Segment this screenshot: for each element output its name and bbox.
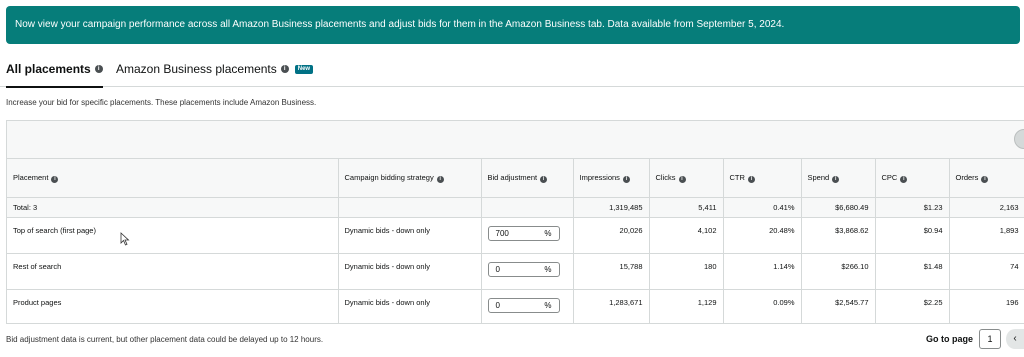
table-row: Top of search (first page) Dynamic bids … — [7, 217, 1024, 254]
chevron-left-icon[interactable]: ‹ — [1006, 329, 1024, 349]
page-number-input[interactable]: 1 — [979, 329, 1001, 349]
bidding-strategy: Dynamic bids - down only — [338, 289, 482, 323]
bid-value: 0 — [495, 264, 500, 274]
info-icon[interactable]: i — [832, 175, 840, 183]
mouse-pointer-icon — [120, 232, 130, 246]
bid-adjustment-input[interactable]: 0 % — [487, 297, 560, 313]
col-header-orders[interactable]: Orders i — [949, 159, 1024, 198]
bid-adjustment-cell: 0 % — [481, 253, 574, 290]
new-badge: New — [294, 64, 314, 74]
spend: $266.10 — [801, 253, 876, 290]
tab-amazon-business-placements[interactable]: Amazon Business placements i New — [116, 62, 314, 76]
total-spend: $6,680.49 — [801, 197, 876, 218]
placements-table-container: Placement i Campaign bidding strategy i Bi… — [6, 120, 1024, 324]
info-icon[interactable]: i — [900, 175, 908, 183]
table-toolbar — [7, 121, 1024, 159]
info-banner: Now view your campaign performance acros… — [6, 6, 1020, 44]
info-icon[interactable]: i — [747, 175, 755, 183]
bidding-strategy: Dynamic bids - down only — [338, 253, 482, 290]
bid-value: 700 — [495, 228, 509, 238]
bid-value: 0 — [495, 300, 500, 310]
placement-name: Rest of search — [7, 253, 339, 290]
col-header-ctr[interactable]: CTR i — [723, 159, 802, 198]
impressions: 15,788 — [573, 253, 650, 290]
tab-label: Amazon Business placements — [116, 62, 277, 76]
orders: 1,893 — [949, 217, 1024, 254]
total-ctr: 0.41% — [723, 197, 802, 218]
clicks: 4,102 — [649, 217, 724, 254]
table-row: Rest of search Dynamic bids - down only … — [7, 253, 1024, 290]
info-icon[interactable]: i — [981, 175, 989, 183]
bid-adjustment-input[interactable]: 0 % — [487, 261, 560, 277]
ctr: 1.14% — [723, 253, 802, 290]
info-icon[interactable]: i — [51, 175, 59, 183]
table-total-row: Total: 3 1,319,485 5,411 0.41% $6,680.49… — [7, 197, 1024, 218]
placement-tabs: All placements i Amazon Business placeme… — [0, 55, 1024, 88]
bid-adjustment-cell: 700 % — [481, 217, 574, 254]
table-header-row: Placement i Campaign bidding strategy i Bi… — [7, 159, 1024, 198]
col-header-strategy[interactable]: Campaign bidding strategy i — [338, 159, 482, 198]
col-header-spend[interactable]: Spend i — [801, 159, 876, 198]
info-icon[interactable]: i — [436, 175, 444, 183]
empty-cell — [481, 197, 574, 218]
spend: $2,545.77 — [801, 289, 876, 323]
col-header-impressions[interactable]: Impressions i — [573, 159, 650, 198]
spend: $3,868.62 — [801, 217, 876, 254]
orders: 196 — [949, 289, 1024, 323]
percent-unit: % — [544, 264, 552, 274]
total-label: Total: 3 — [7, 197, 339, 218]
ctr: 20.48% — [723, 217, 802, 254]
clicks: 180 — [649, 253, 724, 290]
total-cpc: $1.23 — [875, 197, 950, 218]
cpc: $0.94 — [875, 217, 950, 254]
tab-all-placements[interactable]: All placements i — [6, 62, 103, 88]
cpc: $2.25 — [875, 289, 950, 323]
cpc: $1.48 — [875, 253, 950, 290]
total-orders: 2,163 — [949, 197, 1024, 218]
placement-name: Top of search (first page) — [7, 217, 339, 254]
placements-description: Increase your bid for specific placement… — [6, 98, 317, 107]
info-icon[interactable]: i — [280, 65, 289, 73]
banner-text: Now view your campaign performance acros… — [15, 19, 785, 30]
info-icon[interactable]: i — [540, 175, 548, 183]
orders: 74 — [949, 253, 1024, 290]
pagination: Go to page 1 ‹ — [926, 329, 1024, 349]
table-row: Product pages Dynamic bids - down only 0… — [7, 289, 1024, 323]
col-header-clicks[interactable]: Clicks i — [649, 159, 724, 198]
impressions: 1,283,671 — [573, 289, 650, 323]
ctr: 0.09% — [723, 289, 802, 323]
bid-adjustment-cell: 0 % — [481, 289, 574, 323]
info-icon[interactable]: i — [678, 175, 686, 183]
impressions: 20,026 — [573, 217, 650, 254]
percent-unit: % — [544, 300, 552, 310]
col-header-bid-adjustment[interactable]: Bid adjustment i — [481, 159, 574, 198]
total-impressions: 1,319,485 — [573, 197, 650, 218]
col-header-cpc[interactable]: CPC i — [875, 159, 950, 198]
percent-unit: % — [544, 228, 552, 238]
go-to-page-label: Go to page — [926, 334, 973, 344]
col-header-placement[interactable]: Placement i — [7, 159, 339, 198]
info-icon[interactable]: i — [622, 175, 630, 183]
bid-adjustment-input[interactable]: 700 % — [487, 225, 560, 241]
total-clicks: 5,411 — [649, 197, 724, 218]
data-delay-note: Bid adjustment data is current, but othe… — [6, 335, 324, 344]
bidding-strategy: Dynamic bids - down only — [338, 217, 482, 254]
placements-table: Placement i Campaign bidding strategy i Bi… — [7, 159, 1024, 323]
tab-label: All placements — [6, 62, 91, 76]
placement-name: Product pages — [7, 289, 339, 323]
empty-cell — [338, 197, 482, 218]
settings-circle-icon[interactable] — [1014, 129, 1024, 149]
clicks: 1,129 — [649, 289, 724, 323]
info-icon[interactable]: i — [94, 65, 103, 73]
